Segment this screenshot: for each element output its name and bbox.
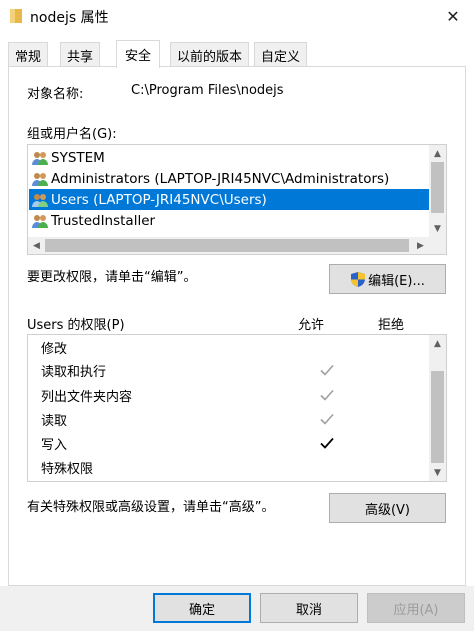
tab-customize[interactable]: 自定义: [254, 42, 308, 67]
scroll-thumb[interactable]: [431, 162, 444, 213]
users-icon: [32, 193, 48, 207]
tab-label: 共享: [67, 49, 94, 65]
close-button[interactable]: ✕: [432, 0, 474, 32]
scroll-right-icon[interactable]: ▶: [412, 237, 429, 254]
cancel-button-label: 取消: [295, 602, 322, 618]
scroll-corner: [429, 237, 446, 254]
apply-button-label: 应用(A): [393, 602, 439, 618]
list-item-label: Administrators (LAPTOP-JRI45NVC\Administ…: [51, 170, 390, 187]
allow-header: 允许: [298, 318, 325, 333]
horizontal-scrollbar[interactable]: ◀ ▶: [28, 237, 429, 254]
tab-security[interactable]: 安全: [116, 40, 161, 68]
edit-hint: 要更改权限，请单击“编辑”。: [27, 270, 197, 285]
permissions-list[interactable]: 修改 读取和执行 列出文件夹内容 读取 写入 特殊权限 ▲ ▼: [27, 334, 447, 482]
tab-strip: 常规 共享 安全 以前的版本 自定义: [8, 40, 466, 68]
advanced-button-label: 高级(V): [364, 502, 411, 518]
tab-sharing[interactable]: 共享: [60, 42, 101, 67]
list-item[interactable]: SYSTEM: [29, 147, 429, 168]
table-row: 读取和执行: [41, 359, 421, 381]
title-bar: nodejs 属性 ✕: [0, 0, 474, 32]
permission-name: 特殊权限: [41, 461, 94, 477]
tab-label: 常规: [15, 49, 42, 65]
users-icon: [32, 214, 48, 228]
list-item-label: SYSTEM: [51, 149, 105, 166]
scroll-up-icon[interactable]: ▲: [429, 145, 446, 162]
apply-button[interactable]: 应用(A): [367, 593, 465, 623]
list-item-selected[interactable]: Users (LAPTOP-JRI45NVC\Users): [29, 189, 429, 210]
groups-listbox[interactable]: SYSTEM Administrators (LAPTOP-JRI45NVC\A…: [27, 144, 447, 255]
edit-button[interactable]: 编辑(E)...: [329, 264, 446, 294]
vertical-scrollbar[interactable]: ▲ ▼: [429, 335, 446, 481]
object-name-value: C:\Program Files\nodejs: [131, 83, 284, 98]
check-icon: [320, 364, 334, 376]
folder-icon: [10, 9, 22, 23]
check-icon: [320, 389, 334, 401]
table-row: 特殊权限: [41, 456, 421, 478]
edit-button-label: 编辑(E)...: [368, 273, 425, 289]
list-item-label: Users (LAPTOP-JRI45NVC\Users): [51, 191, 267, 208]
advanced-button[interactable]: 高级(V): [329, 493, 446, 523]
table-row: 列出文件夹内容: [41, 384, 421, 406]
list-item[interactable]: TrustedInstaller: [29, 210, 429, 231]
tab-label: 安全: [125, 49, 152, 64]
users-icon: [32, 172, 48, 186]
scroll-down-icon[interactable]: ▼: [429, 464, 446, 481]
permission-name: 读取: [41, 413, 68, 429]
scroll-left-icon[interactable]: ◀: [28, 237, 45, 254]
list-item[interactable]: Administrators (LAPTOP-JRI45NVC\Administ…: [29, 168, 429, 189]
scroll-thumb[interactable]: [45, 239, 409, 252]
permission-name: 列出文件夹内容: [41, 389, 133, 405]
tab-label: 自定义: [261, 49, 301, 65]
tab-general[interactable]: 常规: [8, 42, 49, 67]
permissions-header: Users 的权限(P): [27, 318, 125, 333]
users-icon: [32, 151, 48, 165]
table-row: 读取: [41, 408, 421, 430]
object-name-label: 对象名称:: [27, 87, 84, 102]
vertical-scrollbar[interactable]: ▲ ▼: [429, 145, 446, 237]
scroll-thumb[interactable]: [431, 371, 444, 463]
tab-previous-versions[interactable]: 以前的版本: [170, 42, 250, 67]
permission-name: 修改: [41, 341, 68, 357]
tab-label: 以前的版本: [177, 49, 243, 65]
groups-label: 组或用户名(G):: [27, 127, 117, 142]
permission-name: 写入: [41, 437, 68, 453]
cancel-button[interactable]: 取消: [260, 593, 358, 623]
permission-name: 读取和执行: [41, 364, 107, 380]
deny-header: 拒绝: [378, 318, 405, 333]
close-icon: ✕: [446, 6, 460, 26]
advanced-hint: 有关特殊权限或高级设置，请单击“高级”。: [27, 500, 275, 515]
window-title: nodejs 属性: [30, 10, 109, 26]
table-row: 写入: [41, 432, 421, 454]
scroll-down-icon[interactable]: ▼: [429, 220, 446, 237]
list-item-label: TrustedInstaller: [51, 212, 156, 229]
ok-button-label: 确定: [188, 602, 215, 618]
check-icon: [320, 413, 334, 425]
table-row: 修改: [41, 336, 421, 358]
scroll-up-icon[interactable]: ▲: [429, 335, 446, 352]
check-icon: [320, 437, 334, 449]
ok-button[interactable]: 确定: [153, 593, 251, 623]
uac-shield-icon: [351, 271, 366, 287]
